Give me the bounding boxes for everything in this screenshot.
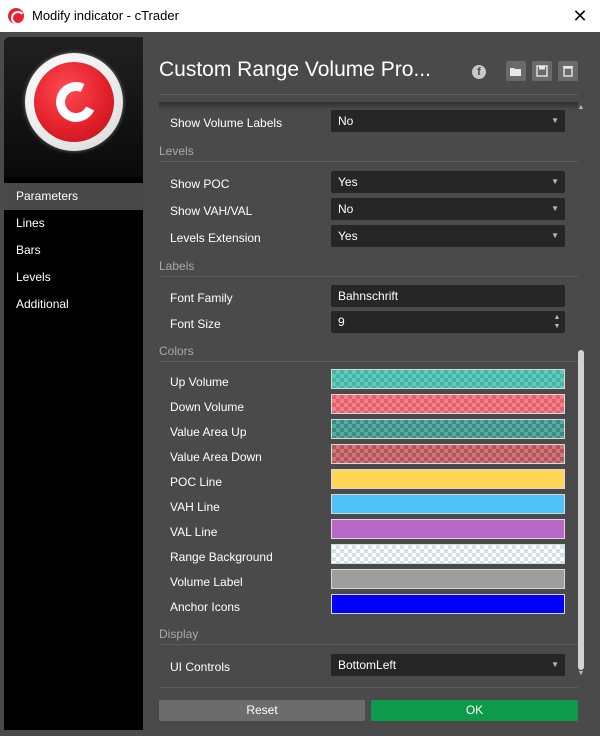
dialog-content: Parameters Lines Bars Levels Additional … [0, 32, 600, 736]
section-labels: Labels [159, 257, 578, 277]
header-divider [159, 94, 578, 95]
color-swatch[interactable] [331, 369, 565, 389]
section-label: Display [159, 627, 199, 641]
show-volume-labels-select[interactable]: No ▼ [331, 110, 565, 132]
parameters-list: Show Volume Labels No ▼ Levels Show POC Y… [159, 102, 578, 682]
param-row-color: POC Line [170, 469, 578, 493]
param-label: UI Controls [170, 660, 231, 674]
scroll-down-icon[interactable]: ▼ [577, 670, 585, 677]
chevron-down-icon: ▼ [551, 660, 559, 669]
reset-button[interactable]: Reset [159, 700, 365, 721]
color-swatch[interactable] [331, 569, 565, 589]
param-label: Show Volume Labels [170, 116, 283, 130]
scroll-thumb[interactable] [578, 350, 584, 670]
param-label: POC Line [170, 475, 223, 489]
sidebar-item-parameters[interactable]: Parameters [4, 183, 143, 210]
open-folder-icon [510, 68, 521, 76]
section-label: Labels [159, 259, 195, 273]
window-title: Modify indicator - cTrader [32, 8, 179, 23]
delete-button[interactable] [558, 61, 578, 81]
param-row-color: Down Volume [170, 394, 578, 418]
param-row-color: Anchor Icons [170, 594, 578, 618]
save-button[interactable] [532, 61, 552, 81]
title-bar: Modify indicator - cTrader ✕ [0, 0, 600, 32]
color-swatch[interactable] [331, 444, 565, 464]
chevron-down-icon: ▼ [551, 116, 559, 125]
param-row-color: Volume Label [170, 569, 578, 593]
color-swatch[interactable] [331, 394, 565, 414]
main-panel: Custom Range Volume Pro... f Show Volume… [159, 32, 600, 736]
param-label: Volume Label [170, 575, 243, 589]
param-row-color: Value Area Down [170, 444, 578, 468]
param-row-font-family: Font Family Bahnschrift [170, 285, 578, 309]
close-window-button[interactable]: ✕ [570, 6, 590, 26]
sidebar-item-lines[interactable]: Lines [4, 210, 143, 237]
param-label: Levels Extension [170, 231, 261, 245]
param-label: Value Area Up [170, 425, 247, 439]
param-row-color: Up Volume [170, 369, 578, 393]
param-row-show-vah-val: Show VAH/VAL No ▼ [170, 198, 578, 222]
scroll-up-icon[interactable]: ▲ [577, 104, 585, 111]
sidebar-item-levels[interactable]: Levels [4, 264, 143, 291]
param-row-levels-extension: Levels Extension Yes ▼ [170, 225, 578, 249]
param-label: VAL Line [170, 525, 218, 539]
sidebar-item-bars[interactable]: Bars [4, 237, 143, 264]
modify-indicator-window: Modify indicator - cTrader ✕ Parameters … [0, 0, 600, 736]
section-label: Levels [159, 144, 194, 158]
param-label: Anchor Icons [170, 600, 241, 614]
param-row-show-poc: Show POC Yes ▼ [170, 171, 578, 195]
color-swatch[interactable] [331, 494, 565, 514]
param-row-color: Value Area Up [170, 419, 578, 443]
open-folder-button[interactable] [506, 61, 526, 81]
param-row-show-volume-labels: Show Volume Labels No ▼ [170, 110, 578, 134]
param-label: Show VAH/VAL [170, 204, 253, 218]
trash-icon [563, 66, 573, 77]
param-row-color: VAH Line [170, 494, 578, 518]
vertical-scrollbar[interactable]: ▲ ▼ [576, 102, 586, 682]
param-row-ui-controls: UI Controls BottomLeft ▼ [170, 654, 578, 678]
color-swatch[interactable] [331, 594, 565, 614]
param-label: Font Family [170, 291, 233, 305]
section-colors: Colors [159, 342, 578, 362]
section-label: Colors [159, 344, 194, 358]
param-label: Up Volume [170, 375, 229, 389]
param-label: Font Size [170, 317, 221, 331]
levels-extension-select[interactable]: Yes ▼ [331, 225, 565, 247]
logo-area [4, 37, 143, 177]
param-label: Value Area Down [170, 450, 262, 464]
color-swatch[interactable] [331, 519, 565, 539]
facebook-icon[interactable]: f [472, 65, 486, 79]
sidebar-item-additional[interactable]: Additional [4, 291, 143, 318]
param-row-color: VAL Line [170, 519, 578, 543]
param-row-font-size: Font Size 9 ▲ ▼ [170, 311, 578, 335]
show-poc-select[interactable]: Yes ▼ [331, 171, 565, 193]
font-family-input[interactable]: Bahnschrift [331, 285, 565, 307]
sidebar-nav: Parameters Lines Bars Levels Additional [4, 183, 143, 318]
sidebar: Parameters Lines Bars Levels Additional [4, 37, 143, 730]
chevron-down-icon: ▼ [551, 231, 559, 240]
save-icon [536, 65, 548, 77]
param-label: VAH Line [170, 500, 220, 514]
param-label: Down Volume [170, 400, 245, 414]
footer-divider [159, 687, 578, 688]
chevron-down-icon: ▼ [551, 177, 559, 186]
param-label: Range Background [170, 550, 273, 564]
section-levels: Levels [159, 142, 578, 162]
ctrader-app-icon [8, 8, 24, 24]
param-label: Show POC [170, 177, 230, 191]
spinner-arrows-icon[interactable]: ▲ ▼ [553, 313, 561, 331]
param-row-color: Range Background [170, 544, 578, 568]
ok-button[interactable]: OK [371, 700, 578, 721]
color-swatch[interactable] [331, 469, 565, 489]
color-swatch[interactable] [331, 544, 565, 564]
ui-controls-select[interactable]: BottomLeft ▼ [331, 654, 565, 676]
color-swatch[interactable] [331, 419, 565, 439]
font-size-stepper[interactable]: 9 ▲ ▼ [331, 311, 565, 333]
ctrader-logo-icon [25, 53, 123, 151]
indicator-title: Custom Range Volume Pro... [159, 58, 431, 81]
show-vah-val-select[interactable]: No ▼ [331, 198, 565, 220]
section-display: Display [159, 625, 578, 645]
chevron-down-icon: ▼ [551, 204, 559, 213]
